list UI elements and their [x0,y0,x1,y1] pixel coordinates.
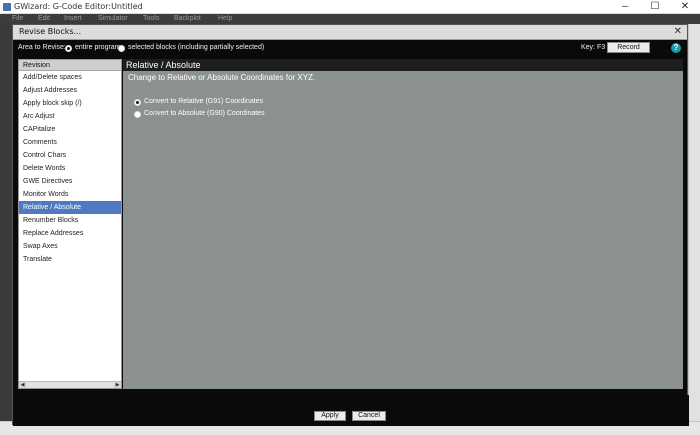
window-controls: – ☐ ✕ [610,0,700,14]
app-titlebar: GWizard: G-Code Editor:Untitled – ☐ ✕ [0,0,700,14]
selected-blocks-radio[interactable] [118,45,125,52]
close-window-button[interactable]: ✕ [670,0,700,14]
list-item-replace-addresses[interactable]: Replace Addresses [19,227,121,240]
absolute-radio[interactable] [134,111,141,118]
list-item-swap-axes[interactable]: Swap Axes [19,240,121,253]
menu-backplot[interactable]: Backplot [174,14,201,24]
dialog-titlebar: Revise Blocks... ✕ [13,25,687,40]
dialog-close-icon[interactable]: ✕ [674,26,682,38]
scroll-right-icon[interactable]: ▶ [114,382,121,388]
menu-file[interactable]: File [12,14,23,24]
list-item-adjust-addresses[interactable]: Adjust Addresses [19,84,121,97]
dialog-footer [13,395,689,426]
panel-description: Change to Relative or Absolute Coordinat… [128,73,316,82]
list-item-comments[interactable]: Comments [19,136,121,149]
minimize-button[interactable]: – [610,0,640,14]
help-icon[interactable]: ? [671,43,681,53]
entire-program-label[interactable]: entire program [75,44,121,51]
relative-radio[interactable] [134,99,141,106]
menu-edit[interactable]: Edit [38,14,50,24]
area-to-revise-label: Area to Revise: [18,44,66,51]
menu-tools[interactable]: Tools [143,14,159,24]
list-item-add-delete-spaces[interactable]: Add/Delete spaces [19,71,121,84]
list-item-capitalize[interactable]: CAPitalize [19,123,121,136]
record-button[interactable]: Record [607,42,650,53]
revision-content-panel: Relative / Absolute Change to Relative o… [123,59,683,389]
maximize-button[interactable]: ☐ [640,0,670,14]
dialog-title: Revise Blocks... [19,27,82,36]
list-item-apply-block-skip[interactable]: Apply block skip (/) [19,97,121,110]
relative-label[interactable]: Convert to Relative (G91) Coordinates [144,98,263,105]
list-horizontal-scrollbar[interactable]: ◀ ▶ [19,381,121,388]
menu-simulator[interactable]: Simulator [98,14,128,24]
revise-blocks-dialog: Revise Blocks... ✕ Area to Revise: entir… [12,24,689,426]
app-logo-icon [3,3,11,11]
revision-list-header: Revision [19,60,121,71]
apply-button[interactable]: Apply [314,411,346,421]
scroll-left-icon[interactable]: ◀ [19,382,26,388]
revision-list: Revision Add/Delete spaces Adjust Addres… [18,59,122,389]
selected-blocks-label[interactable]: selected blocks (including partially sel… [128,44,264,51]
list-item-translate[interactable]: Translate [19,253,121,266]
shortcut-key-label: Key: F3 [581,44,606,51]
menu-bar: File Edit Insert Simulator Tools Backplo… [0,14,700,24]
list-item-relative-absolute[interactable]: Relative / Absolute [19,201,121,214]
app-title: GWizard: G-Code Editor:Untitled [14,2,143,11]
menu-insert[interactable]: Insert [64,14,82,24]
list-item-gwe-directives[interactable]: GWE Directives [19,175,121,188]
app-right-scrollbar[interactable] [688,24,700,435]
entire-program-radio[interactable] [65,45,72,52]
app-left-toolbar [0,24,12,435]
cancel-button[interactable]: Cancel [352,411,386,421]
list-item-monitor-words[interactable]: Monitor Words [19,188,121,201]
list-item-delete-words[interactable]: Delete Words [19,162,121,175]
list-item-control-chars[interactable]: Control Chars [19,149,121,162]
area-to-revise-row: Area to Revise: entire program selected … [13,41,689,57]
panel-title: Relative / Absolute [123,59,683,71]
list-item-arc-adjust[interactable]: Arc Adjust [19,110,121,123]
menu-help[interactable]: Help [218,14,232,24]
absolute-label[interactable]: Convert to Absolute (G90) Coordinates [144,110,265,117]
list-item-renumber-blocks[interactable]: Renumber Blocks [19,214,121,227]
